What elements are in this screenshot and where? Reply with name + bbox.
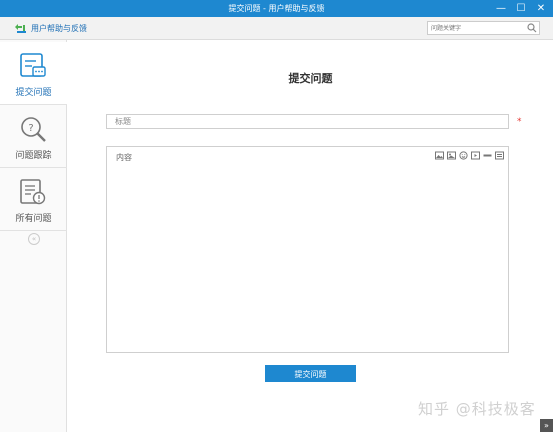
submit-issue-icon (20, 53, 46, 77)
image-icon[interactable] (435, 151, 444, 160)
window-title: 提交问题 - 用户帮助与反馈 (228, 4, 325, 13)
help-feedback-link[interactable]: 用户帮助与反馈 (31, 23, 87, 34)
sidebar-item-label: 问题跟踪 (15, 151, 52, 161)
emoji-icon[interactable] (459, 151, 468, 160)
content-editor[interactable]: 内容 (106, 146, 509, 353)
sidebar-item-submit-issue[interactable]: 提交问题 (0, 42, 67, 105)
sidebar-item-all-issues[interactable]: 所有问题 (0, 168, 67, 231)
scroll-top-button[interactable]: » (540, 419, 553, 432)
track-issue-icon: ? (21, 117, 46, 142)
search-input[interactable] (428, 22, 527, 34)
close-button[interactable]: ✕ (531, 0, 551, 17)
collapse-sidebar-button[interactable]: « (28, 233, 40, 245)
sidebar-item-label: 所有问题 (15, 214, 52, 224)
picture-icon[interactable] (447, 151, 456, 160)
divider-icon[interactable] (483, 151, 492, 160)
watermark: 知乎 @科技极客 (418, 400, 536, 418)
toolbar: 用户帮助与反馈 (0, 17, 553, 40)
attachment-icon[interactable] (495, 151, 504, 160)
maximize-button[interactable]: ☐ (511, 0, 531, 17)
title-field (106, 114, 509, 129)
svg-text:?: ? (28, 123, 33, 134)
page-title: 提交问题 (288, 72, 333, 85)
search-icon[interactable] (527, 23, 537, 33)
content-placeholder: 内容 (116, 153, 132, 162)
required-mark: * (517, 117, 522, 127)
video-icon[interactable] (471, 151, 480, 160)
submit-issue-button[interactable]: 提交问题 (265, 365, 356, 382)
minimize-button[interactable]: — (491, 0, 511, 17)
title-bar: 提交问题 - 用户帮助与反馈 — ☐ ✕ (0, 0, 553, 17)
search-box (427, 21, 540, 35)
sidebar: 提交问题 ? 问题跟踪 所有问题 « (0, 40, 67, 432)
editor-toolbar (435, 151, 504, 161)
all-issues-icon (20, 179, 46, 205)
sidebar-item-track-issue[interactable]: ? 问题跟踪 (0, 105, 67, 168)
title-input[interactable] (107, 115, 508, 128)
sidebar-item-label: 提交问题 (15, 88, 52, 98)
help-feedback-icon (15, 24, 26, 33)
